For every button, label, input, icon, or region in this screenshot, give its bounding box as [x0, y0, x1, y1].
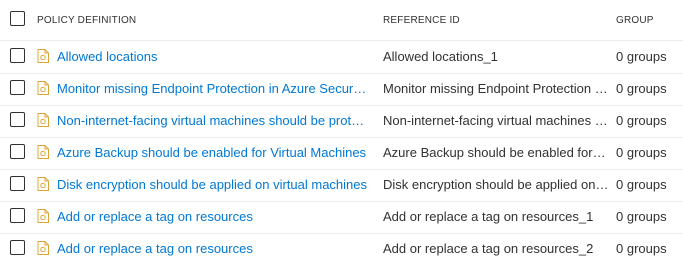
group-cell: 0 groups [616, 177, 667, 192]
table-row[interactable]: Monitor missing Endpoint Protection in A… [0, 73, 683, 106]
row-checkbox[interactable] [10, 80, 25, 95]
group-cell: 0 groups [616, 113, 667, 128]
group-cell: 0 groups [616, 49, 667, 64]
policy-definition-link[interactable]: Non-internet-facing virtual machines sho… [57, 113, 367, 128]
select-all-checkbox[interactable] [10, 11, 25, 26]
policy-definition-icon [37, 49, 49, 63]
row-checkbox[interactable] [10, 208, 25, 223]
row-checkbox[interactable] [10, 112, 25, 127]
group-cell: 0 groups [616, 145, 667, 160]
group-cell: 0 groups [616, 81, 667, 96]
policy-definition-icon [37, 177, 49, 191]
group-cell: 0 groups [616, 209, 667, 224]
row-checkbox[interactable] [10, 144, 25, 159]
policy-definition-icon [37, 145, 49, 159]
column-header-reference-id[interactable]: REFERENCE ID [383, 15, 460, 26]
policy-definition-link[interactable]: Azure Backup should be enabled for Virtu… [57, 145, 367, 160]
table-header: POLICY DEFINITION REFERENCE ID GROUP [0, 0, 683, 41]
table-row[interactable]: Azure Backup should be enabled for Virtu… [0, 137, 683, 170]
policy-definitions-table: POLICY DEFINITION REFERENCE ID GROUP All… [0, 0, 683, 265]
table-row[interactable]: Disk encryption should be applied on vir… [0, 169, 683, 202]
group-cell: 0 groups [616, 241, 667, 256]
policy-definition-link[interactable]: Add or replace a tag on resources [57, 241, 367, 256]
reference-id-cell: Add or replace a tag on resources_1 [383, 209, 594, 224]
reference-id-cell: Azure Backup should be enabled for Virtu… [383, 145, 609, 160]
policy-definition-icon [37, 209, 49, 223]
row-checkbox[interactable] [10, 240, 25, 255]
reference-id-cell: Non-internet-facing virtual machines sho… [383, 113, 609, 128]
reference-id-cell: Add or replace a tag on resources_2 [383, 241, 594, 256]
column-header-policy-definition[interactable]: POLICY DEFINITION [37, 15, 136, 26]
policy-definition-icon [37, 113, 49, 127]
table-row[interactable]: Add or replace a tag on resources Add or … [0, 201, 683, 234]
row-checkbox[interactable] [10, 176, 25, 191]
table-row[interactable]: Add or replace a tag on resources Add or … [0, 233, 683, 265]
policy-definition-link[interactable]: Add or replace a tag on resources [57, 209, 367, 224]
table-row[interactable]: Allowed locations Allowed locations_1 0 gr… [0, 41, 683, 74]
policy-definition-link[interactable]: Disk encryption should be applied on vir… [57, 177, 367, 192]
policy-definition-link[interactable]: Monitor missing Endpoint Protection in A… [57, 81, 367, 96]
table-row[interactable]: Non-internet-facing virtual machines sho… [0, 105, 683, 138]
reference-id-cell: Disk encryption should be applied on vir… [383, 177, 609, 192]
column-header-group[interactable]: GROUP [616, 15, 654, 26]
policy-definition-icon [37, 81, 49, 95]
reference-id-cell: Allowed locations_1 [383, 49, 498, 64]
reference-id-cell: Monitor missing Endpoint Protection in A… [383, 81, 609, 96]
row-checkbox[interactable] [10, 48, 25, 63]
policy-definition-icon [37, 241, 49, 255]
policy-definition-link[interactable]: Allowed locations [57, 49, 367, 64]
